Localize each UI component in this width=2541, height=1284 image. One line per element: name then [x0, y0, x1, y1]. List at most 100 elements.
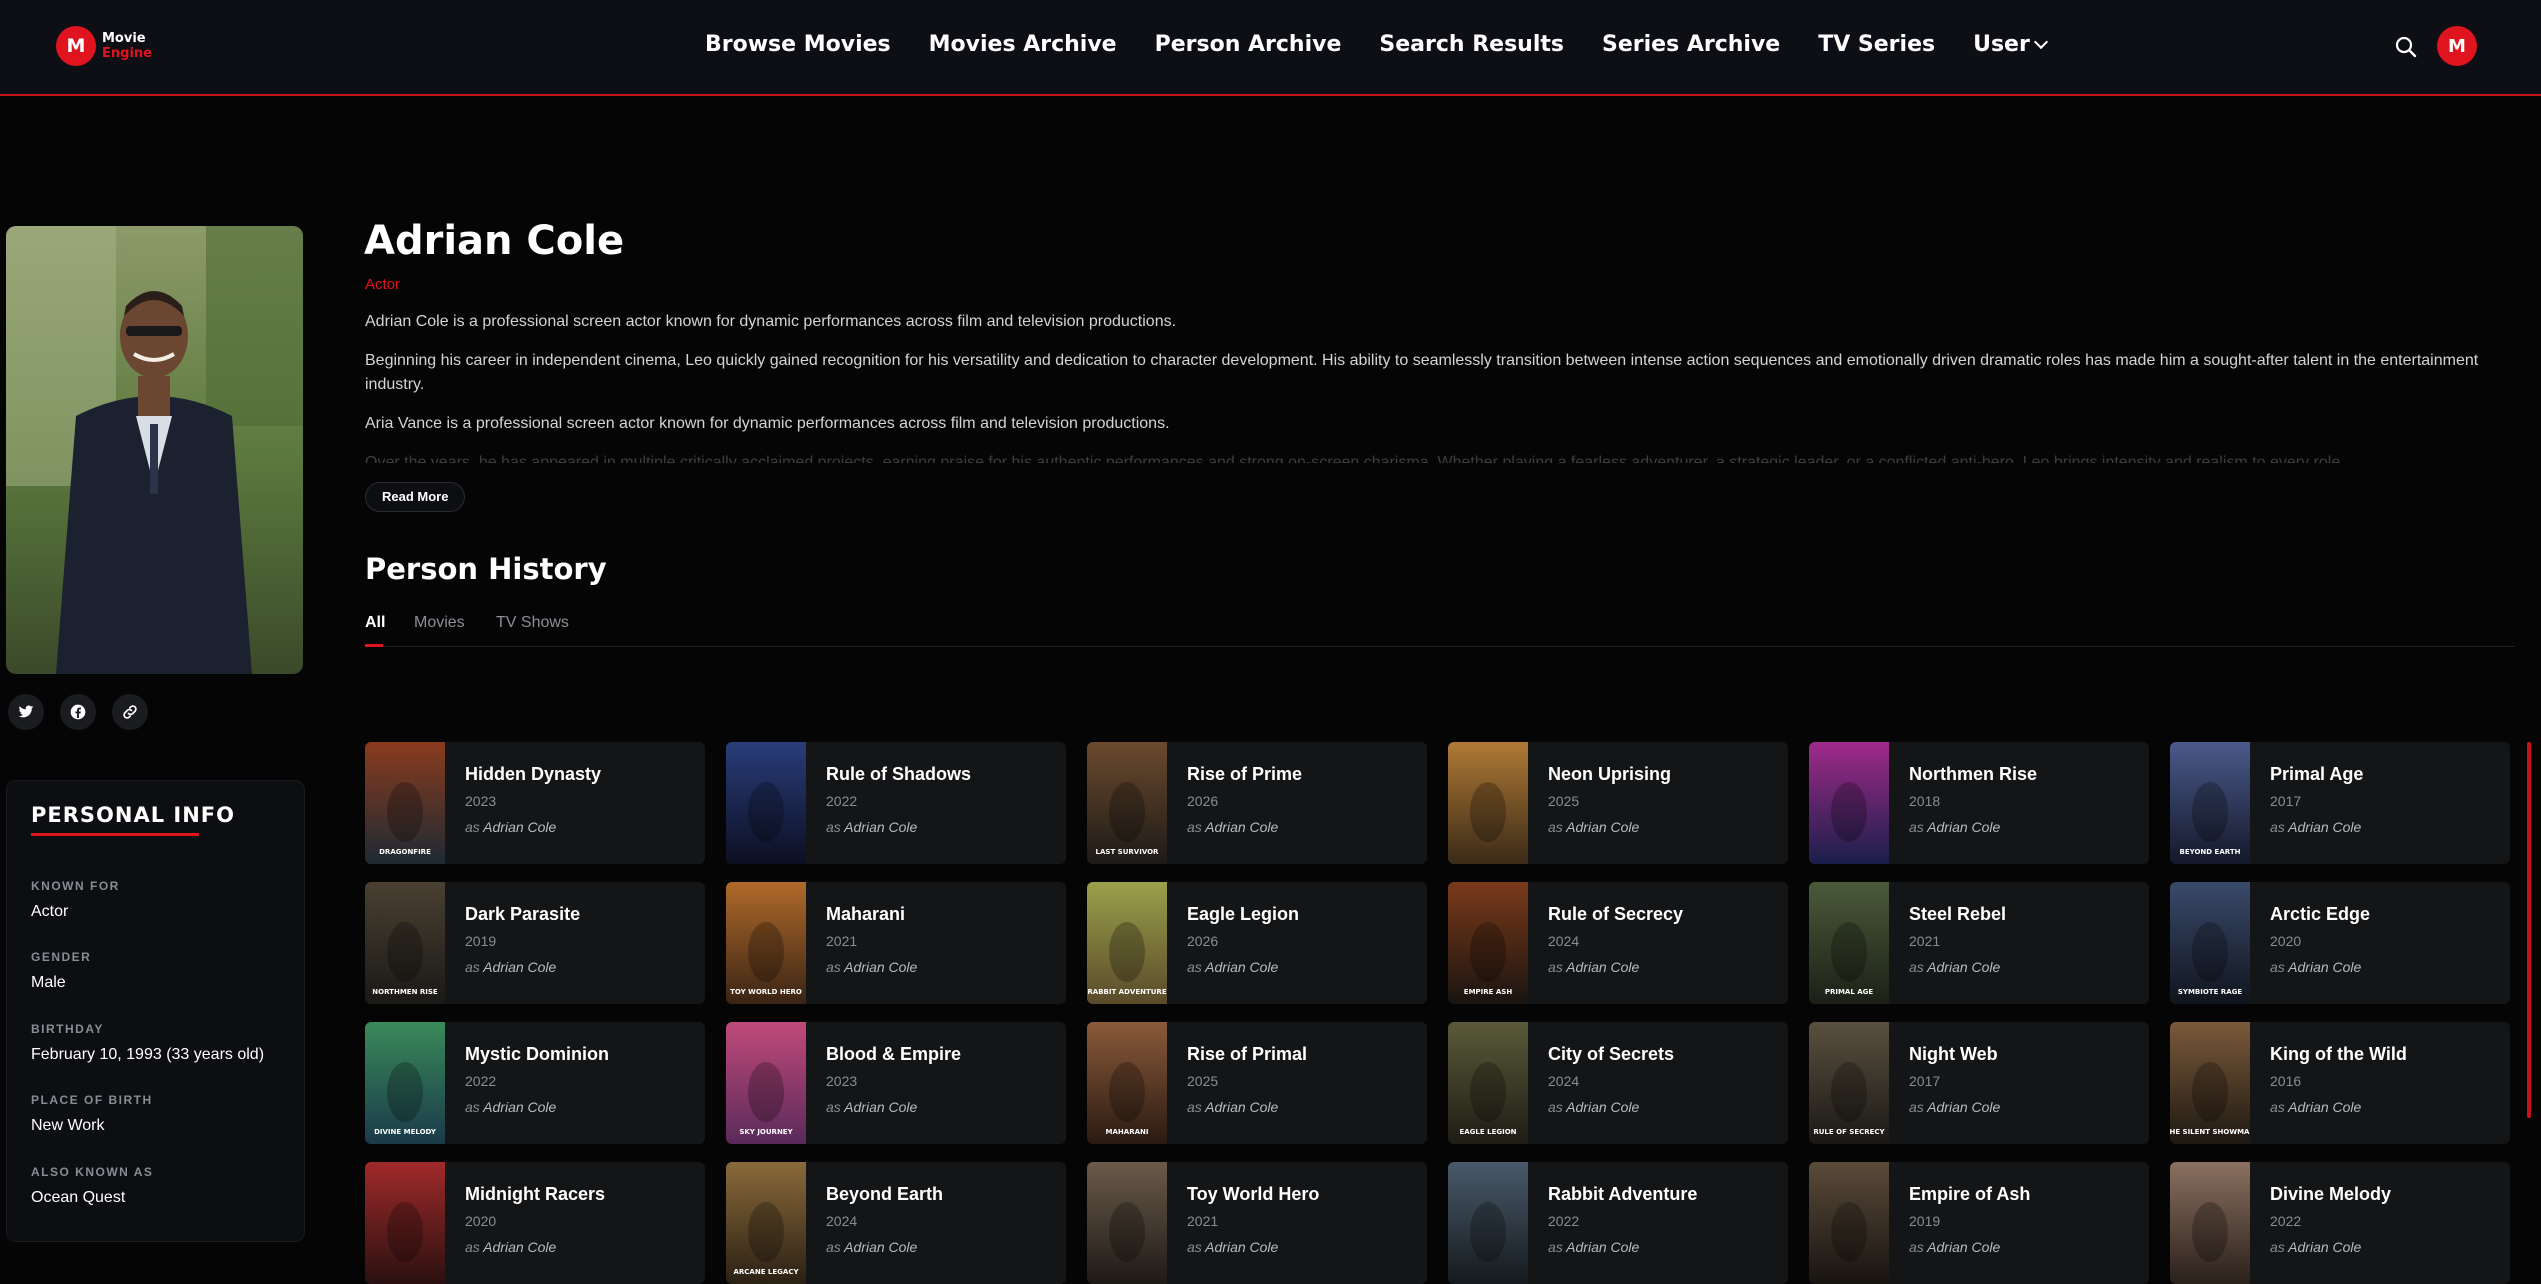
- card-title[interactable]: Eagle Legion: [1187, 904, 1299, 925]
- history-card[interactable]: LAST SURVIVOR Rise of Prime 2026 as Adrian …: [1087, 742, 1427, 864]
- facebook-button[interactable]: [60, 694, 96, 730]
- card-title[interactable]: Rise of Prime: [1187, 764, 1302, 785]
- poster-text: RABBIT ADVENTURE: [1087, 988, 1166, 996]
- role-prefix: as: [1909, 1239, 1924, 1255]
- history-card[interactable]: TOY WORLD HERO Maharani 2021 as Adrian Cole: [726, 882, 1066, 1004]
- person-name: Adrian Cole: [364, 218, 625, 264]
- search-button[interactable]: [2393, 34, 2419, 60]
- movie-poster: SKY JOURNEY: [726, 1022, 806, 1144]
- card-title[interactable]: Toy World Hero: [1187, 1184, 1319, 1205]
- user-avatar[interactable]: M: [2437, 26, 2477, 66]
- card-title[interactable]: King of the Wild: [2270, 1044, 2407, 1065]
- history-card[interactable]: Toy World Hero 2021 as Adrian Cole: [1087, 1162, 1427, 1284]
- card-title[interactable]: Rule of Secrecy: [1548, 904, 1683, 925]
- history-card[interactable]: THE SILENT SHOWMAN King of the Wild 2016 as…: [2170, 1022, 2510, 1144]
- history-card[interactable]: RULE OF SECRECY Night Web 2017 as Adrian Co…: [1809, 1022, 2149, 1144]
- history-card[interactable]: Neon Uprising 2025 as Adrian Cole: [1448, 742, 1788, 864]
- card-title[interactable]: Dark Parasite: [465, 904, 580, 925]
- profile-photo: [6, 226, 303, 674]
- card-year: 2022: [465, 1073, 497, 1089]
- tab-tv-shows[interactable]: TV Shows: [496, 614, 569, 632]
- history-card[interactable]: NORTHMEN RISE Dark Parasite 2019 as Adrian …: [365, 882, 705, 1004]
- role-prefix: as: [1909, 819, 1924, 835]
- card-year: 2022: [826, 793, 858, 809]
- poster-text: ARCANE LEGACY: [733, 1268, 799, 1276]
- card-year: 2018: [1909, 793, 1941, 809]
- logo-wordmark: Movie Engine: [102, 31, 152, 61]
- info-label: GENDER: [31, 950, 92, 964]
- read-more-button[interactable]: Read More: [365, 482, 466, 512]
- card-year: 2022: [2270, 1213, 2302, 1229]
- role-name: Adrian Cole: [1205, 1239, 1279, 1255]
- twitter-button[interactable]: [8, 694, 44, 730]
- active-tab-indicator: [365, 644, 383, 647]
- nav-movies-archive[interactable]: Movies Archive: [929, 32, 1117, 57]
- history-card[interactable]: DIVINE MELODY Mystic Dominion 2022 as Adria…: [365, 1022, 705, 1144]
- site-logo[interactable]: M Movie Engine: [56, 26, 152, 66]
- card-title[interactable]: Arctic Edge: [2270, 904, 2370, 925]
- card-title[interactable]: Northmen Rise: [1909, 764, 2037, 785]
- card-title[interactable]: Empire of Ash: [1909, 1184, 2030, 1205]
- card-title[interactable]: Rise of Primal: [1187, 1044, 1307, 1065]
- history-card[interactable]: EAGLE LEGION City of Secrets 2024 as Adrian…: [1448, 1022, 1788, 1144]
- history-card[interactable]: MAHARANI Rise of Primal 2025 as Adrian Cole: [1087, 1022, 1427, 1144]
- poster-text: SKY JOURNEY: [739, 1128, 793, 1136]
- link-button[interactable]: [112, 694, 148, 730]
- card-title[interactable]: Neon Uprising: [1548, 764, 1671, 785]
- info-also-known-as: ALSO KNOWN AS Ocean Quest: [31, 1165, 153, 1207]
- role-prefix: as: [826, 959, 841, 975]
- card-title[interactable]: Primal Age: [2270, 764, 2363, 785]
- nav-user-menu[interactable]: User: [1973, 32, 2048, 57]
- nav-person-archive[interactable]: Person Archive: [1155, 32, 1342, 57]
- role-prefix: as: [1548, 819, 1563, 835]
- card-title[interactable]: Blood & Empire: [826, 1044, 961, 1065]
- movie-poster: SYMBIOTE RAGE: [2170, 882, 2250, 1004]
- nav-search-results[interactable]: Search Results: [1379, 32, 1564, 57]
- history-card[interactable]: SKY JOURNEY Blood & Empire 2023 as Adrian C…: [726, 1022, 1066, 1144]
- card-title[interactable]: Midnight Racers: [465, 1184, 605, 1205]
- twitter-icon: [18, 705, 34, 718]
- card-title[interactable]: Maharani: [826, 904, 905, 925]
- history-card[interactable]: Divine Melody 2022 as Adrian Cole: [2170, 1162, 2510, 1284]
- person-history-title: Person History: [365, 552, 607, 586]
- card-title[interactable]: Night Web: [1909, 1044, 1998, 1065]
- card-title[interactable]: Rabbit Adventure: [1548, 1184, 1697, 1205]
- history-card[interactable]: PRIMAL AGE Steel Rebel 2021 as Adrian Cole: [1809, 882, 2149, 1004]
- nav-tv-series[interactable]: TV Series: [1818, 32, 1935, 57]
- role-prefix: as: [1548, 1099, 1563, 1115]
- history-card[interactable]: Midnight Racers 2020 as Adrian Cole: [365, 1162, 705, 1284]
- history-card[interactable]: RABBIT ADVENTURE Eagle Legion 2026 as Adria…: [1087, 882, 1427, 1004]
- scrollbar-thumb[interactable]: [2527, 742, 2531, 1118]
- card-title[interactable]: Rule of Shadows: [826, 764, 971, 785]
- info-value: New Work: [31, 1117, 105, 1134]
- history-card[interactable]: DRAGONFIRE Hidden Dynasty 2023 as Adrian Co…: [365, 742, 705, 864]
- history-card[interactable]: Rabbit Adventure 2022 as Adrian Cole: [1448, 1162, 1788, 1284]
- card-title[interactable]: Mystic Dominion: [465, 1044, 609, 1065]
- card-role: as Adrian Cole: [1909, 959, 2000, 975]
- chevron-down-icon: [2033, 34, 2048, 50]
- history-card[interactable]: Rule of Shadows 2022 as Adrian Cole: [726, 742, 1066, 864]
- history-card[interactable]: ARCANE LEGACY Beyond Earth 2024 as Adrian C…: [726, 1162, 1066, 1284]
- history-card[interactable]: EMPIRE ASH Rule of Secrecy 2024 as Adrian C…: [1448, 882, 1788, 1004]
- card-year: 2022: [1548, 1213, 1580, 1229]
- card-title[interactable]: Hidden Dynasty: [465, 764, 601, 785]
- history-card[interactable]: Empire of Ash 2019 as Adrian Cole: [1809, 1162, 2149, 1284]
- card-year: 2025: [1187, 1073, 1219, 1089]
- card-role: as Adrian Cole: [1187, 959, 1278, 975]
- card-year: 2021: [826, 933, 858, 949]
- movie-poster: [726, 742, 806, 864]
- history-card[interactable]: BEYOND EARTH Primal Age 2017 as Adrian Cole: [2170, 742, 2510, 864]
- card-title[interactable]: City of Secrets: [1548, 1044, 1674, 1065]
- tab-all[interactable]: All: [365, 614, 385, 632]
- card-title[interactable]: Divine Melody: [2270, 1184, 2391, 1205]
- card-role: as Adrian Cole: [465, 1239, 556, 1255]
- card-year: 2023: [465, 793, 497, 809]
- tab-movies[interactable]: Movies: [414, 614, 465, 632]
- nav-browse-movies[interactable]: Browse Movies: [705, 32, 891, 57]
- card-title[interactable]: Steel Rebel: [1909, 904, 2006, 925]
- personal-info-underline: [31, 833, 199, 836]
- nav-series-archive[interactable]: Series Archive: [1602, 32, 1780, 57]
- history-card[interactable]: SYMBIOTE RAGE Arctic Edge 2020 as Adrian Co…: [2170, 882, 2510, 1004]
- history-card[interactable]: Northmen Rise 2018 as Adrian Cole: [1809, 742, 2149, 864]
- card-title[interactable]: Beyond Earth: [826, 1184, 943, 1205]
